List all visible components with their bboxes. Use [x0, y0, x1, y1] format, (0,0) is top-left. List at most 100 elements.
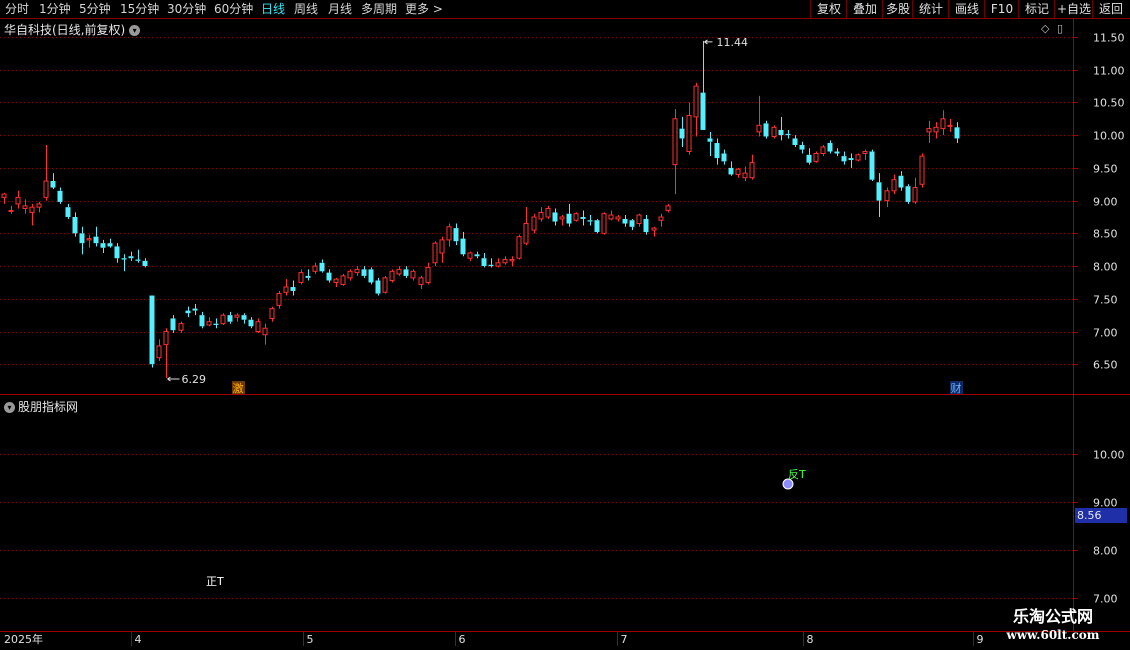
candle-body: [305, 275, 311, 278]
candle: [312, 262, 318, 274]
candle-body: [142, 260, 148, 267]
candle: [820, 144, 826, 157]
candle-body: [128, 256, 134, 259]
candle-body: [919, 155, 925, 185]
price-axis-label: 11.50: [1093, 32, 1125, 45]
candle-body: [227, 315, 233, 322]
candle-body: [905, 186, 911, 202]
candle: [531, 213, 537, 234]
candle-body: [156, 345, 162, 359]
sub-price-axis: 10.009.008.007.00: [1073, 449, 1125, 606]
candle: [269, 306, 275, 322]
candle-body: [940, 118, 946, 130]
chevron-down-icon[interactable]: ▾: [129, 25, 141, 36]
candle-body: [255, 321, 261, 333]
candle: [481, 252, 487, 268]
candle-body: [735, 168, 741, 175]
candle: [382, 275, 388, 294]
candle: [333, 277, 339, 288]
candle: [178, 321, 184, 333]
sub-panel-title: ▾ 股朋指标网: [4, 398, 78, 415]
candle-body: [954, 127, 960, 139]
candle-body: [481, 258, 487, 267]
candle-body: [912, 187, 918, 203]
candle-body: [587, 220, 593, 222]
candle: [862, 149, 868, 161]
candle-body: [36, 203, 42, 208]
candle: [248, 317, 254, 329]
candle-body: [57, 190, 63, 202]
candle: [396, 266, 402, 276]
candle: [700, 40, 706, 130]
candle: [425, 262, 431, 285]
candle: [15, 190, 21, 209]
candle-body: [1, 193, 7, 198]
candle-body: [799, 144, 805, 150]
candle: [891, 174, 897, 195]
candle: [326, 269, 332, 283]
candle-body: [361, 269, 367, 276]
candle: [368, 267, 374, 285]
candle: [1, 192, 7, 204]
candle-body: [848, 158, 854, 161]
indicator-name: 股朋指标网: [18, 400, 79, 414]
candle: [446, 223, 452, 247]
candle-body: [79, 233, 85, 244]
candle-body: [474, 254, 480, 257]
candle-body: [552, 212, 558, 222]
candle: [170, 315, 176, 333]
candle: [615, 215, 621, 222]
stock-title: 华自科技(日线,前复权): [4, 23, 126, 37]
panel-toggle-icon[interactable]: ▯: [1057, 22, 1063, 35]
candle-body: [354, 268, 360, 274]
candle-body: [298, 272, 304, 283]
price-axis-label: 6.50: [1093, 359, 1118, 372]
candle-body: [813, 153, 819, 162]
candle-body: [771, 126, 777, 137]
candle-body: [432, 242, 438, 264]
time-axis-label: 8: [807, 633, 814, 646]
candle: [262, 323, 268, 345]
time-axis-label: 2025年: [4, 632, 43, 646]
candle-body: [686, 115, 692, 153]
candle-body: [114, 246, 120, 259]
candle: [283, 279, 289, 296]
candle-body: [446, 226, 452, 241]
candle: [629, 218, 635, 231]
candle-body: [785, 133, 791, 136]
candle: [651, 226, 657, 237]
candle: [947, 118, 953, 132]
candle-body: [220, 314, 226, 325]
watermark: 乐淘公式网 www.60lt.com: [989, 607, 1117, 645]
candle-body: [382, 277, 388, 293]
candle-body: [672, 118, 678, 166]
candle: [594, 218, 600, 234]
kline-chart[interactable]: 11.50 11.00 10.50 10.00 9.50 9.00 8.50 8.00 7.50…: [0, 0, 1130, 650]
candle: [573, 212, 579, 222]
chevron-down-icon[interactable]: ▾: [4, 402, 15, 413]
candle-body: [185, 310, 191, 314]
diamond-icon[interactable]: ◇: [1041, 22, 1049, 35]
time-axis-label: 9: [977, 633, 984, 646]
candle: [778, 116, 784, 141]
candle: [50, 173, 56, 189]
candle: [8, 205, 14, 214]
candle: [192, 304, 198, 316]
candle: [516, 234, 522, 260]
candle-body: [658, 216, 664, 221]
candle: [876, 173, 882, 217]
candle-body: [8, 209, 14, 212]
candle: [799, 141, 805, 154]
candle-body: [418, 277, 424, 285]
candle-body: [622, 218, 628, 224]
candle: [954, 122, 960, 144]
candle: [643, 215, 649, 235]
candle-body: [178, 323, 184, 331]
candle-body: [199, 315, 205, 327]
candle: [545, 205, 551, 219]
candle: [460, 232, 466, 257]
candle: [552, 208, 558, 226]
candle: [65, 203, 71, 219]
candle-body: [326, 272, 332, 281]
candle: [580, 210, 586, 226]
